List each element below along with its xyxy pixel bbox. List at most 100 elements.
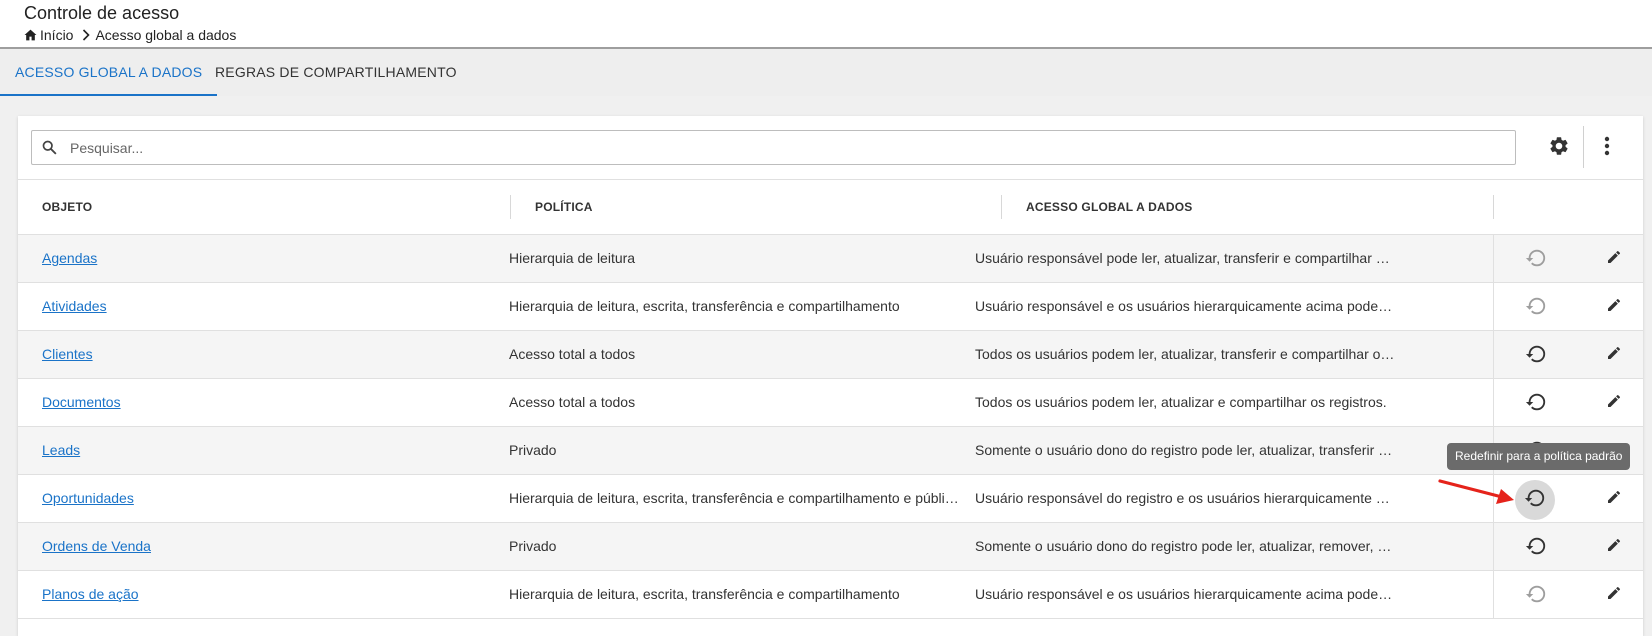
table-row[interactable]: Clientes Acesso total a todos Todos os usu… [18,331,1643,379]
object-cell: Leads [42,427,492,474]
object-cell: Agendas [42,235,492,282]
chevron-right-icon [82,29,91,41]
more-vertical-icon [1604,136,1610,161]
actions-divider [1493,571,1494,618]
content-card: OBJETO POLÍTICA ACESSO GLOBAL A DADOS Ag… [18,116,1643,636]
policy-cell: Privado [509,442,557,458]
tab-global-data-access[interactable]: ACESSO GLOBAL A DADOS [0,49,218,96]
object-cell: Atividades [42,283,492,330]
policy-cell: Privado [509,538,557,554]
access-cell: Somente o usuário dono do registro pode … [975,538,1395,554]
breadcrumb: Início Acesso global a dados [24,27,236,43]
reset-policy-button[interactable] [1515,480,1555,520]
column-header-object[interactable]: OBJETO [42,180,92,234]
object-cell: Ordens de Venda [42,523,492,570]
restore-icon [1525,247,1547,274]
reset-policy-button[interactable] [1518,242,1554,278]
search-input[interactable] [70,138,1490,158]
pencil-icon [1606,585,1622,606]
edit-button[interactable] [1604,393,1624,413]
access-cell: Todos os usuários podem ler, atualizar e… [975,394,1387,410]
actions-divider [1493,235,1494,282]
gear-icon [1548,135,1570,162]
search-icon [41,139,58,161]
home-icon[interactable] [24,29,37,41]
pencil-icon [1606,489,1622,510]
reset-policy-button[interactable] [1518,338,1554,374]
table-row[interactable]: Planos de ação Hierarquia de leitura, esc… [18,571,1643,619]
access-cell: Todos os usuários podem ler, atualizar, … [975,346,1395,362]
restore-icon [1524,487,1546,514]
breadcrumb-home-link[interactable]: Início [40,27,73,43]
policy-cell: Hierarquia de leitura [509,250,636,266]
table-row[interactable]: Oportunidades Hierarquia de leitura, escr… [18,475,1643,523]
actions-divider [1493,283,1494,330]
edit-button[interactable] [1604,537,1624,557]
pencil-icon [1606,297,1622,318]
restore-icon [1525,535,1547,562]
toolbar-divider [1583,126,1584,168]
settings-button[interactable] [1545,134,1573,162]
restore-icon [1525,295,1547,322]
column-divider[interactable] [1001,195,1002,219]
policy-cell: Hierarquia de leitura, escrita, transfer… [509,298,900,314]
object-link[interactable]: Clientes [42,346,93,362]
object-link[interactable]: Documentos [42,394,121,410]
access-cell: Usuário responsável pode ler, atualizar,… [975,250,1395,266]
policy-cell: Acesso total a todos [509,394,636,410]
object-link[interactable]: Ordens de Venda [42,538,151,554]
column-header-policy[interactable]: POLÍTICA [535,180,593,234]
reset-policy-button[interactable] [1518,290,1554,326]
object-link[interactable]: Agendas [42,250,97,266]
object-link[interactable]: Leads [42,442,80,458]
object-link[interactable]: Atividades [42,298,107,314]
policy-cell: Hierarquia de leitura, escrita, transfer… [509,490,959,506]
actions-divider [1493,379,1494,426]
policy-cell: Acesso total a todos [509,346,636,362]
reset-policy-button[interactable] [1518,386,1554,422]
access-cell: Usuário responsável e os usuários hierar… [975,298,1395,314]
object-cell: Documentos [42,379,492,426]
reset-policy-button[interactable] [1518,530,1554,566]
page-title: Controle de acesso [24,3,180,23]
pencil-icon [1606,345,1622,366]
column-header-global-access[interactable]: ACESSO GLOBAL A DADOS [1026,180,1192,234]
table-row[interactable]: Atividades Hierarquia de leitura, escrita… [18,283,1643,331]
edit-button[interactable] [1604,489,1624,509]
pencil-icon [1606,249,1622,270]
column-divider[interactable] [1493,195,1494,219]
actions-divider [1493,331,1494,378]
object-link[interactable]: Planos de ação [42,586,139,602]
edit-button[interactable] [1604,585,1624,605]
edit-button[interactable] [1604,297,1624,317]
access-cell: Usuário responsável e os usuários hierar… [975,586,1395,602]
search-field[interactable] [31,130,1516,165]
reset-policy-button[interactable] [1518,578,1554,614]
access-cell: Usuário responsável do registro e os usu… [975,490,1395,506]
access-cell: Somente o usuário dono do registro pode … [975,442,1395,458]
edit-button[interactable] [1604,249,1624,269]
table-row[interactable]: Leads Privado Somente o usuário dono do re… [18,427,1643,475]
annotation-arrow [1438,479,1514,504]
page-header: Controle de acesso Início Acesso global … [0,0,1652,49]
tab-sharing-rules[interactable]: REGRAS DE COMPARTILHAMENTO [200,49,472,96]
object-link[interactable]: Oportunidades [42,490,134,506]
table-row[interactable]: Documentos Acesso total a todos Todos os u… [18,379,1643,427]
reset-tooltip: Redefinir para a política padrão [1447,443,1631,470]
table-row[interactable]: Agendas Hierarquia de leitura Usuário resp… [18,235,1643,283]
restore-icon [1525,391,1547,418]
object-cell: Oportunidades [42,475,492,522]
edit-button[interactable] [1604,345,1624,365]
table-row[interactable]: Ordens de Venda Privado Somente o usuário … [18,523,1643,571]
more-options-button[interactable] [1593,134,1621,162]
restore-icon [1525,583,1547,610]
column-divider[interactable] [510,195,511,219]
tab-bar: ACESSO GLOBAL A DADOS REGRAS DE COMPARTI… [0,49,1652,96]
pencil-icon [1606,537,1622,558]
table-header: OBJETO POLÍTICA ACESSO GLOBAL A DADOS [18,179,1643,235]
object-cell: Planos de ação [42,571,492,618]
pencil-icon [1606,393,1622,414]
restore-icon [1525,343,1547,370]
policy-cell: Hierarquia de leitura, escrita, transfer… [509,586,900,602]
object-cell: Clientes [42,331,492,378]
